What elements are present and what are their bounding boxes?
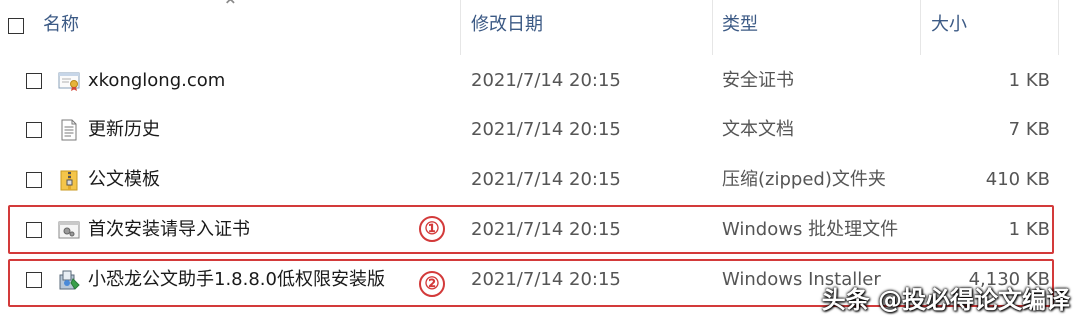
column-header-type[interactable]: 类型	[722, 0, 758, 55]
file-row[interactable]: 更新历史 2021/7/14 20:15 文本文档 7 KB	[0, 106, 1080, 154]
file-date: 2021/7/14 20:15	[471, 119, 621, 140]
column-header-bar: ⌃ 名称 修改日期 类型 大小	[0, 0, 1080, 55]
column-divider[interactable]	[920, 0, 921, 55]
select-all-checkbox[interactable]	[8, 18, 24, 34]
column-header-date[interactable]: 修改日期	[471, 0, 543, 55]
row-checkbox[interactable]	[26, 122, 42, 138]
column-divider[interactable]	[712, 0, 713, 55]
column-header-name[interactable]: 名称	[43, 0, 79, 55]
file-name[interactable]: 公文模板	[88, 156, 160, 204]
column-header-size[interactable]: 大小	[931, 0, 967, 55]
file-row[interactable]: xkonglong.com 2021/7/14 20:15 安全证书 1 KB	[0, 57, 1080, 105]
file-date: 2021/7/14 20:15	[471, 70, 621, 91]
file-size: 7 KB	[1008, 119, 1050, 140]
file-name[interactable]: xkonglong.com	[88, 57, 225, 105]
file-name[interactable]: 更新历史	[88, 106, 160, 154]
zip-folder-icon	[60, 170, 78, 191]
column-divider[interactable]	[1058, 0, 1059, 55]
annotation-badge-1: ①	[419, 216, 445, 242]
annotation-badge-2: ②	[419, 271, 445, 297]
column-divider[interactable]	[460, 0, 461, 55]
file-size: 1 KB	[1008, 70, 1050, 91]
sort-ascending-icon: ⌃	[222, 0, 239, 18]
file-type: 文本文档	[722, 119, 794, 140]
file-type: 压缩(zipped)文件夹	[722, 169, 886, 190]
row-checkbox[interactable]	[26, 172, 42, 188]
file-size: 410 KB	[985, 169, 1050, 190]
certificate-icon	[58, 72, 80, 91]
file-row[interactable]: 公文模板 2021/7/14 20:15 压缩(zipped)文件夹 410 K…	[0, 156, 1080, 204]
file-type: 安全证书	[722, 70, 794, 91]
row-checkbox[interactable]	[26, 73, 42, 89]
file-date: 2021/7/14 20:15	[471, 169, 621, 190]
watermark-text: 头条 @投必得论文编译	[821, 286, 1070, 314]
text-document-icon	[61, 119, 77, 141]
highlight-box-1	[8, 205, 1054, 254]
